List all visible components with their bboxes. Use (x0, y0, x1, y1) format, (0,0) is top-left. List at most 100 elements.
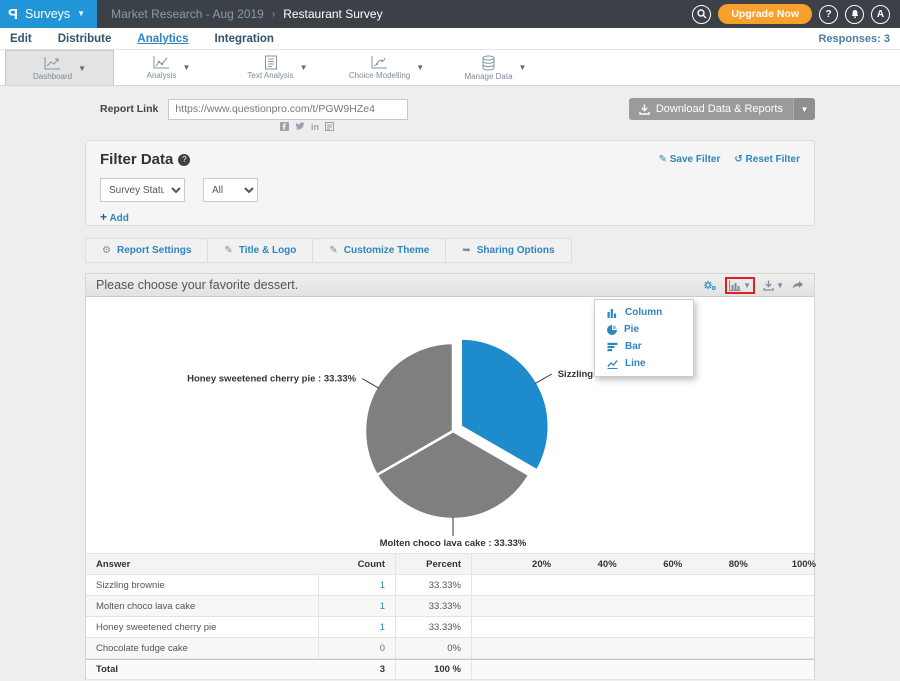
count-link[interactable]: 1 (380, 622, 385, 633)
toolbar-item-manage-data[interactable]: Manage Data ▼ (441, 50, 550, 85)
table-row: Molten choco lava cake 1 33.33% (86, 596, 814, 617)
chart-settings-button[interactable] (703, 280, 717, 291)
menu-item-bar[interactable]: Bar (595, 338, 693, 355)
percent-cell: 0% (396, 638, 472, 658)
breadcrumb-current: Restaurant Survey (283, 7, 382, 21)
menu-item-pie[interactable]: Pie (595, 321, 693, 338)
chevron-down-icon: ▼ (776, 281, 784, 290)
download-dropdown-caret[interactable]: ▼ (793, 98, 815, 120)
save-filter-link[interactable]: ✎ Save Filter (659, 154, 721, 165)
answer-cell: Chocolate fudge cake (86, 638, 319, 658)
chart-download-button[interactable]: ▼ (763, 280, 784, 291)
col-answer: Answer (86, 554, 319, 574)
responses-count[interactable]: Responses: 3 (818, 33, 890, 45)
report-link-input[interactable] (168, 99, 408, 120)
undo-icon: ↺ (734, 154, 742, 165)
add-filter-link[interactable]: + Add (100, 210, 129, 224)
question-chart-panel: Please choose your favorite dessert. ▼ ▼ (85, 273, 815, 680)
table-row: Chocolate fudge cake 0 0% (86, 638, 814, 659)
tab-sharing-options[interactable]: ➥Sharing Options (446, 238, 571, 263)
tab-report-settings[interactable]: ⚙Report Settings (85, 238, 208, 263)
edit-icon: ✎ (329, 245, 337, 256)
surveys-product-switcher[interactable]: P Surveys ▼ (0, 0, 97, 28)
download-data-reports-button[interactable]: Download Data & Reports (629, 98, 793, 120)
toolbar-item-choice-modelling[interactable]: Choice Modelling ▼ (332, 50, 441, 85)
count-link[interactable]: 1 (380, 580, 385, 591)
toolbar-item-analysis[interactable]: Analysis ▼ (114, 50, 223, 85)
help-button[interactable]: ? (819, 5, 838, 24)
nav-analytics[interactable]: Analytics (137, 33, 188, 45)
percent-cell: 33.33% (396, 596, 472, 616)
tab-title-logo[interactable]: ✎Title & Logo (208, 238, 313, 263)
line-chart-icon (44, 56, 61, 71)
facebook-icon[interactable] (280, 122, 289, 133)
tab-customize-theme[interactable]: ✎Customize Theme (313, 238, 446, 263)
chevron-down-icon[interactable]: ▼ (519, 63, 527, 72)
share-icons-row: in (280, 122, 410, 133)
upgrade-now-button[interactable]: Upgrade Now (718, 4, 812, 24)
line-chart-icon (607, 359, 618, 369)
total-label: Total (86, 660, 319, 679)
share-arrow-icon (792, 280, 804, 290)
twitter-icon[interactable] (295, 122, 305, 133)
plus-icon: + (100, 210, 107, 224)
toolbar-item-dashboard[interactable]: Dashboard ▼ (5, 50, 114, 85)
database-icon (481, 55, 496, 71)
scale-tick: 100% (792, 554, 816, 574)
nav-integration[interactable]: Integration (215, 33, 274, 45)
scatter-chart-icon (371, 55, 388, 70)
toolbar-label: Text Analysis (247, 71, 293, 80)
survey-status-select[interactable]: Survey Status (100, 178, 185, 202)
filter-help-icon[interactable]: ? (178, 154, 190, 166)
chart-type-button[interactable]: ▼ (725, 277, 755, 294)
chevron-down-icon[interactable]: ▼ (416, 63, 424, 72)
question-title: Please choose your favorite dessert. (96, 278, 298, 292)
edit-icon: ✎ (659, 154, 667, 165)
menu-item-line[interactable]: Line (595, 355, 693, 372)
reset-filter-link[interactable]: ↺ Reset Filter (734, 154, 800, 165)
chevron-down-icon[interactable]: ▼ (182, 63, 190, 72)
table-total-row: Total 3 100 % (86, 659, 814, 680)
document-icon (264, 55, 278, 70)
pie-chart[interactable]: Sizzling brownie : 33.33%Molten choco la… (86, 297, 814, 553)
scale-tick: 20% (532, 554, 551, 574)
survey-nav: Edit Distribute Analytics Integration Re… (0, 28, 900, 50)
question-header: Please choose your favorite dessert. ▼ ▼ (86, 274, 814, 297)
svg-text:Honey sweetened cherry pie : 3: Honey sweetened cherry pie : 33.33% (187, 374, 357, 385)
share-arrow-icon: ➥ (462, 245, 470, 256)
gears-icon (703, 280, 717, 291)
menu-item-column[interactable]: Column (595, 304, 693, 321)
nav-edit[interactable]: Edit (10, 33, 32, 45)
search-button[interactable] (692, 5, 711, 24)
embed-icon[interactable] (325, 122, 334, 133)
answer-cell: Honey sweetened cherry pie (86, 617, 319, 637)
chart-type-menu: Column Pie Bar Line (594, 299, 694, 377)
linkedin-icon[interactable]: in (311, 122, 319, 133)
status-value-select[interactable]: All (203, 178, 258, 202)
scale-tick: 60% (663, 554, 682, 574)
chevron-down-icon[interactable]: ▼ (78, 64, 86, 73)
col-count: Count (319, 554, 396, 574)
account-avatar[interactable]: A (871, 5, 890, 24)
chevron-down-icon[interactable]: ▼ (300, 63, 308, 72)
toolbar-label: Manage Data (465, 72, 513, 81)
toolbar-label: Dashboard (33, 72, 72, 81)
filter-data-panel: Filter Data ? ✎ Save Filter ↺ Reset Filt… (85, 140, 815, 226)
edit-icon: ✎ (224, 245, 232, 256)
count-link[interactable]: 1 (380, 601, 385, 612)
chevron-down-icon: ▼ (743, 281, 751, 290)
answer-cell: Molten choco lava cake (86, 596, 319, 616)
topbar-actions: Upgrade Now ? A (692, 4, 900, 24)
chart-share-button[interactable] (792, 280, 804, 290)
analytics-toolbar: Dashboard ▼ Analysis ▼ Text Analysis ▼ (0, 50, 900, 86)
toolbar-item-text-analysis[interactable]: Text Analysis ▼ (223, 50, 332, 85)
table-row: Sizzling brownie 1 33.33% (86, 575, 814, 596)
top-navbar: P Surveys ▼ Market Research - Aug 2019 ›… (0, 0, 900, 28)
col-scale: 20%40%60%80%100% (472, 554, 814, 574)
percent-cell: 33.33% (396, 575, 472, 595)
page: P Surveys ▼ Market Research - Aug 2019 ›… (0, 0, 900, 681)
notifications-button[interactable] (845, 5, 864, 24)
breadcrumb-parent[interactable]: Market Research - Aug 2019 (111, 7, 264, 21)
download-icon (763, 280, 774, 291)
nav-distribute[interactable]: Distribute (58, 33, 112, 45)
